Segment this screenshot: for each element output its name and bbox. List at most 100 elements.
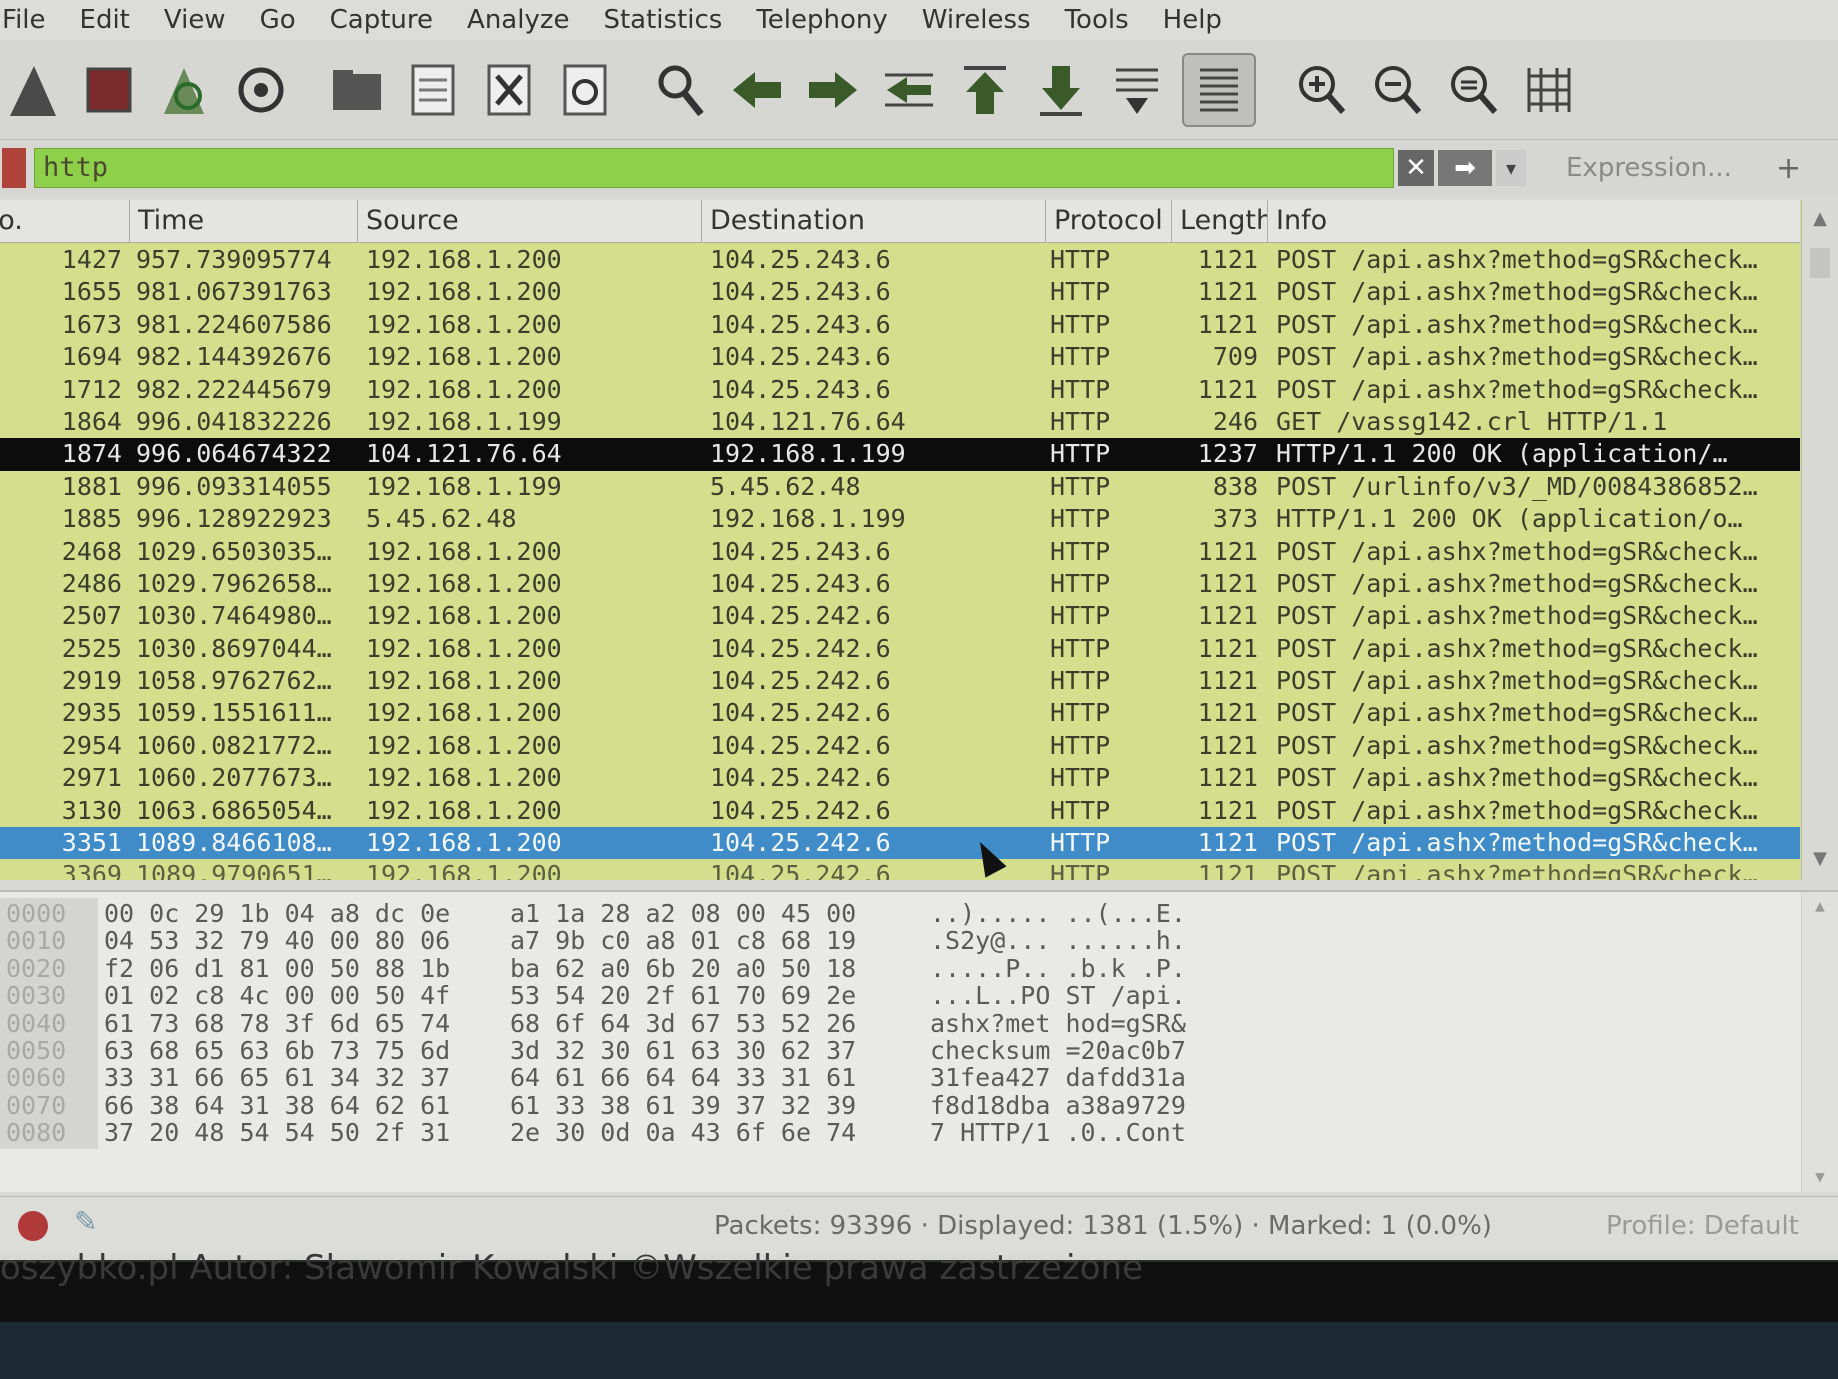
find-packet-icon[interactable] <box>650 55 712 125</box>
go-first-icon[interactable] <box>954 55 1016 125</box>
packet-row[interactable]: 1712 982.222445679 192.168.1.200 104.25.243… <box>0 373 1800 406</box>
packet-row[interactable]: 1885 996.128922923 5.45.62.48 192.168.1.199… <box>0 503 1800 536</box>
packet-protocol: HTTP <box>1050 536 1111 566</box>
packet-info: POST /api.ashx?method=gSR&check… <box>1276 568 1758 598</box>
filter-history-dropdown-icon[interactable]: ▾ <box>1496 150 1526 186</box>
clear-filter-icon[interactable]: ✕ <box>1398 150 1434 186</box>
menu-analyze[interactable]: Analyze <box>450 5 586 35</box>
packet-row[interactable]: 3351 1089.8466108… 192.168.1.200 104.25.242… <box>0 827 1800 860</box>
packet-row[interactable]: 1864 996.041832226 192.168.1.199 104.121.76… <box>0 405 1800 439</box>
packet-no: 1885 <box>61 504 122 534</box>
apply-filter-icon[interactable]: ➡ <box>1438 150 1492 186</box>
bytes-scroll-up-icon[interactable]: ▲ <box>1802 896 1838 915</box>
menu-help[interactable]: Help <box>1146 5 1239 35</box>
column-header-destination[interactable]: Destination <box>702 200 1046 242</box>
colorize-icon[interactable] <box>1182 52 1256 127</box>
packet-destination: 104.25.242.6 <box>710 795 891 825</box>
go-last-icon[interactable] <box>1030 55 1092 125</box>
menu-telephony[interactable]: Telephony <box>739 5 904 35</box>
packet-row[interactable]: 1427 957.739095774 192.168.1.200 104.25.243… <box>0 244 1800 277</box>
menu-file[interactable]: File <box>0 5 63 35</box>
menu-go[interactable]: Go <box>243 5 313 35</box>
packet-destination: 104.25.243.6 <box>710 277 891 307</box>
expression-button[interactable]: Expression... <box>1566 153 1732 183</box>
packet-row[interactable]: 2971 1060.2077673… 192.168.1.200 104.25.242… <box>0 762 1800 795</box>
packet-row[interactable]: 2919 1058.9762762… 192.168.1.200 104.25.242… <box>0 665 1800 698</box>
packet-info: POST /api.ashx?method=gSR&check… <box>1276 633 1758 663</box>
restart-capture-icon[interactable] <box>154 55 216 125</box>
column-header-no[interactable]: No. <box>0 200 130 242</box>
close-file-icon[interactable] <box>478 55 540 125</box>
packet-source: 192.168.1.200 <box>366 601 562 631</box>
packet-row[interactable]: 2954 1060.0821772… 192.168.1.200 104.25.242… <box>0 729 1800 763</box>
packet-row[interactable]: 1874 996.064674322 104.121.76.64 192.168.1.… <box>0 438 1800 471</box>
menu-view[interactable]: View <box>147 5 243 35</box>
packet-protocol: HTTP <box>1050 277 1111 307</box>
packet-row[interactable]: 2935 1059.1551611… 192.168.1.200 104.25.242… <box>0 697 1800 730</box>
packet-no: 1874 <box>61 439 122 469</box>
go-to-packet-icon[interactable] <box>878 55 940 125</box>
go-forward-icon[interactable] <box>802 55 864 125</box>
edit-comment-icon[interactable]: ✎ <box>74 1205 97 1238</box>
packet-row[interactable]: 2468 1029.6503035… 192.168.1.200 104.25.243… <box>0 535 1800 568</box>
capture-options-icon[interactable] <box>230 55 292 125</box>
filter-bookmark-icon[interactable] <box>2 148 26 188</box>
column-header-protocol[interactable]: Protocol <box>1046 200 1172 242</box>
menu-tools[interactable]: Tools <box>1048 5 1146 35</box>
packet-time: 996.093314055 <box>136 471 332 501</box>
packet-source: 192.168.1.200 <box>366 374 562 404</box>
packet-protocol: HTTP <box>1050 568 1111 598</box>
column-header-time[interactable]: Time <box>130 200 358 242</box>
menu-edit[interactable]: Edit <box>63 5 147 35</box>
zoom-reset-icon[interactable] <box>1442 55 1504 125</box>
reload-file-icon[interactable] <box>554 55 616 125</box>
menu-capture[interactable]: Capture <box>313 5 450 35</box>
column-header-info[interactable]: Info <box>1268 200 1800 242</box>
packet-row[interactable]: 2525 1030.8697044… 192.168.1.200 104.25.242… <box>0 632 1800 666</box>
menu-wireless[interactable]: Wireless <box>905 5 1048 35</box>
shark-fin-start-icon[interactable] <box>2 55 64 125</box>
packet-time: 982.222445679 <box>136 374 332 404</box>
packet-row[interactable]: 1673 981.224607586 192.168.1.200 104.25.243… <box>0 308 1800 342</box>
packet-no: 1864 <box>61 406 122 436</box>
packet-row[interactable]: 2507 1030.7464980… 192.168.1.200 104.25.242… <box>0 600 1800 633</box>
go-back-icon[interactable] <box>726 55 788 125</box>
display-filter-input[interactable]: http <box>34 148 1394 188</box>
open-file-icon[interactable] <box>326 55 388 125</box>
save-file-icon[interactable] <box>402 55 464 125</box>
column-header-length[interactable]: Length <box>1172 200 1268 242</box>
packet-info: HTTP/1.1 200 OK (application/… <box>1276 439 1728 469</box>
expert-info-status-icon[interactable] <box>18 1211 48 1241</box>
add-filter-button[interactable]: + <box>1776 151 1801 186</box>
scrollbar-thumb[interactable] <box>1810 248 1830 278</box>
stop-capture-icon[interactable] <box>78 55 140 125</box>
autoscroll-icon[interactable] <box>1106 55 1168 125</box>
zoom-out-icon[interactable] <box>1366 55 1428 125</box>
packet-destination: 5.45.62.48 <box>710 471 861 501</box>
column-header-source[interactable]: Source <box>358 200 702 242</box>
packet-length: 1121 <box>1197 309 1258 339</box>
bytes-scroll-down-icon[interactable]: ▼ <box>1802 1167 1838 1186</box>
bytes-pane-scrollbar[interactable]: ▲ ▼ <box>1801 892 1838 1192</box>
packet-info: POST /api.ashx?method=gSR&check… <box>1276 730 1758 760</box>
packet-no: 1427 <box>61 245 122 274</box>
scroll-up-icon[interactable]: ▲ <box>1802 204 1838 234</box>
menu-statistics[interactable]: Statistics <box>586 5 739 35</box>
hex-dump-row[interactable]: 0080 37 20 48 54 54 50 2f 31 2e 30 0d 0a 4… <box>0 1117 1800 1150</box>
packet-destination: 104.25.242.6 <box>710 633 891 663</box>
packet-protocol: HTTP <box>1050 795 1111 825</box>
packet-row[interactable]: 2486 1029.7962658… 192.168.1.200 104.25.243… <box>0 567 1800 601</box>
packet-row[interactable]: 1881 996.093314055 192.168.1.199 5.45.62.48… <box>0 470 1800 504</box>
packet-row[interactable]: 1655 981.067391763 192.168.1.200 104.25.243… <box>0 276 1800 309</box>
packet-list-scrollbar[interactable]: ▲ ▼ <box>1801 200 1838 880</box>
resize-columns-icon[interactable] <box>1518 55 1580 125</box>
profile-status[interactable]: Profile: Default <box>1606 1197 1799 1255</box>
packet-row[interactable]: 3369 1089.9790651… 192.168.1.200 104.25.242… <box>0 859 1800 880</box>
packet-row[interactable]: 1694 982.144392676 192.168.1.200 104.25.243… <box>0 341 1800 374</box>
scroll-down-icon[interactable]: ▼ <box>1802 844 1838 874</box>
main-toolbar <box>0 40 1838 140</box>
zoom-in-icon[interactable] <box>1290 55 1352 125</box>
packet-row[interactable]: 3130 1063.6865054… 192.168.1.200 104.25.242… <box>0 794 1800 828</box>
packet-length: 246 <box>1212 406 1258 436</box>
packet-destination: 104.25.242.6 <box>710 698 891 728</box>
